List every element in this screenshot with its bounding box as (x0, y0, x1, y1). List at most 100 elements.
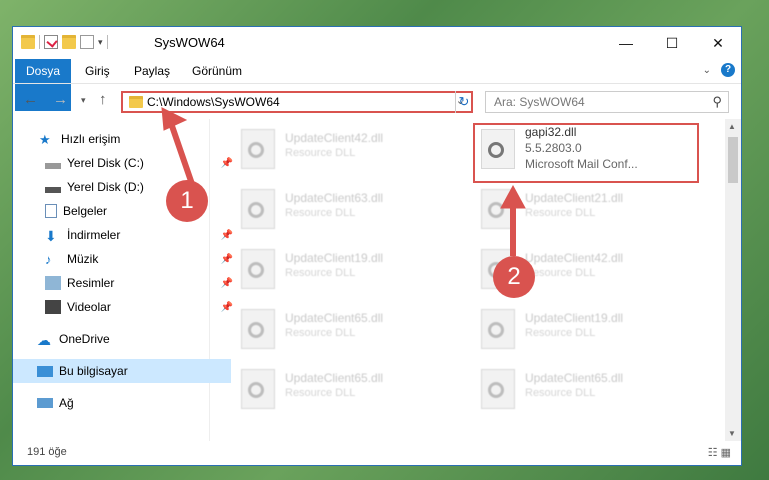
list-item[interactable]: UpdateClient65.dll Resource DLL (473, 361, 699, 413)
file-name: UpdateClient42.dll (525, 251, 624, 265)
file-type: Resource DLL (525, 327, 596, 339)
sidebar-item-label: Ağ (59, 396, 74, 410)
list-item[interactable]: UpdateClient21.dll Resource DLL (473, 181, 699, 233)
address-bar[interactable]: C:\Windows\SysWOW64 ⌄ (121, 91, 473, 113)
tab-share[interactable]: Paylaş (124, 59, 180, 83)
sidebar-item-music[interactable]: ♪ Müzik 📌 (13, 247, 239, 271)
computer-icon (37, 365, 53, 377)
sidebar-item-videos[interactable]: Videolar 📌 (13, 295, 239, 319)
sidebar-item-this-pc[interactable]: Bu bilgisayar (13, 359, 231, 383)
minimize-button[interactable]: ― (603, 27, 649, 59)
back-arrow-icon[interactable]: ← (23, 91, 38, 108)
tab-view[interactable]: Görünüm (182, 59, 252, 83)
up-arrow-icon[interactable]: ↑ (99, 91, 107, 108)
file-type: Resource DLL (285, 147, 356, 159)
file-type: Resource DLL (285, 207, 356, 219)
tab-home[interactable]: Giriş (75, 59, 120, 83)
download-icon: ⬇ (45, 228, 57, 244)
dll-file-icon (241, 249, 275, 289)
divider (39, 35, 40, 49)
sidebar-item-network[interactable]: Ağ (13, 391, 231, 415)
customize-icon[interactable] (80, 35, 94, 49)
document-icon (45, 204, 57, 218)
folder-icon (129, 96, 143, 108)
quick-access-toolbar: ▾ (21, 35, 108, 49)
sidebar-item-pictures[interactable]: Resimler 📌 (13, 271, 239, 295)
search-input[interactable]: Ara: SysWOW64 ⚲ (485, 91, 729, 113)
file-type: Resource DLL (525, 267, 596, 279)
list-item[interactable]: UpdateClient19.dll Resource DLL (473, 301, 699, 353)
annotation-badge-1: 1 (166, 180, 208, 222)
file-type: Resource DLL (285, 267, 356, 279)
sidebar-item-label: Yerel Disk (C:) (67, 156, 144, 170)
list-item[interactable]: UpdateClient42.dll Resource DLL (233, 121, 459, 173)
file-name: UpdateClient19.dll (285, 251, 384, 265)
drive-icon (45, 187, 61, 193)
file-name: UpdateClient65.dll (285, 311, 384, 325)
network-icon (37, 398, 53, 408)
ribbon-tabs: Dosya Giriş Paylaş Görünüm ⌄ ? (13, 59, 741, 111)
star-icon: ★ (39, 132, 51, 147)
help-icon[interactable]: ? (721, 63, 735, 77)
status-bar: 191 öğe ☷ ▦ (13, 441, 741, 465)
folder-icon[interactable] (21, 35, 35, 49)
sidebar-item-label: Belgeler (63, 204, 108, 218)
dll-file-icon (241, 369, 275, 409)
close-button[interactable]: ✕ (695, 27, 741, 59)
divider (106, 35, 108, 49)
list-item[interactable]: UpdateClient19.dll Resource DLL (233, 241, 459, 293)
search-icon[interactable]: ⚲ (712, 94, 722, 110)
refresh-icon[interactable]: ↻ (455, 91, 472, 113)
file-type: Resource DLL (525, 387, 596, 399)
sidebar-item-label: Videolar (67, 300, 111, 314)
new-folder-icon[interactable] (62, 35, 76, 49)
properties-icon[interactable] (44, 35, 58, 49)
file-type: Resource DLL (285, 387, 356, 399)
file-name: UpdateClient63.dll (285, 191, 384, 205)
file-highlight-box (473, 123, 699, 183)
expand-ribbon-icon[interactable]: ⌄ (703, 65, 711, 76)
window-title: SysWOW64 (154, 35, 225, 50)
sidebar-item-label: Bu bilgisayar (59, 364, 128, 378)
sidebar-item-local-disk-c[interactable]: Yerel Disk (C:) 📌 (13, 151, 239, 175)
view-toggle-icons[interactable]: ☷ ▦ (708, 446, 731, 459)
dll-file-icon (241, 189, 275, 229)
ribbon-right: ⌄ ? (703, 63, 735, 77)
file-name: UpdateClient42.dll (285, 131, 384, 145)
list-item[interactable]: UpdateClient65.dll Resource DLL (233, 301, 459, 353)
drive-icon (45, 163, 61, 169)
list-item[interactable]: UpdateClient63.dll Resource DLL (233, 181, 459, 233)
chevron-down-icon[interactable]: ▾ (98, 37, 103, 48)
sidebar-item-onedrive[interactable]: ☁ OneDrive (13, 327, 231, 351)
search-placeholder: Ara: SysWOW64 (494, 95, 585, 109)
file-name: UpdateClient19.dll (525, 311, 624, 325)
window-controls: ― ☐ ✕ (603, 27, 741, 59)
scroll-up-icon[interactable]: ▲ (728, 122, 736, 131)
list-item[interactable]: UpdateClient65.dll Resource DLL (233, 361, 459, 413)
forward-arrow-icon[interactable]: → (53, 91, 68, 108)
explorer-window: ▾ SysWOW64 ― ☐ ✕ Dosya Giriş Paylaş Görü… (12, 26, 742, 466)
navigation-pane: ★ Hızlı erişim Yerel Disk (C:) 📌 Yerel D… (13, 119, 233, 441)
maximize-button[interactable]: ☐ (649, 27, 695, 59)
file-name: UpdateClient65.dll (285, 371, 384, 385)
title-bar: ▾ SysWOW64 ― ☐ ✕ (13, 27, 741, 59)
sidebar-item-quick-access[interactable]: ★ Hızlı erişim (13, 127, 233, 151)
recent-locations-icon[interactable]: ▾ (81, 95, 86, 106)
vertical-scrollbar[interactable]: ▲ ▼ (725, 119, 741, 441)
picture-icon (45, 276, 61, 290)
dll-file-icon (481, 309, 515, 349)
address-path: C:\Windows\SysWOW64 (147, 95, 280, 109)
scroll-down-icon[interactable]: ▼ (728, 429, 736, 438)
item-count: 191 öğe (27, 446, 67, 458)
file-type: Resource DLL (285, 327, 356, 339)
film-icon (45, 300, 61, 314)
sidebar-item-label: Hızlı erişim (61, 132, 121, 146)
sidebar-item-label: OneDrive (59, 332, 110, 346)
file-name: UpdateClient65.dll (525, 371, 624, 385)
dll-file-icon (481, 189, 515, 229)
dll-file-icon (241, 129, 275, 169)
sidebar-item-downloads[interactable]: ⬇ İndirmeler 📌 (13, 223, 239, 247)
dll-file-icon (241, 309, 275, 349)
scrollbar-thumb[interactable] (728, 137, 738, 183)
annotation-badge-2: 2 (493, 256, 535, 298)
